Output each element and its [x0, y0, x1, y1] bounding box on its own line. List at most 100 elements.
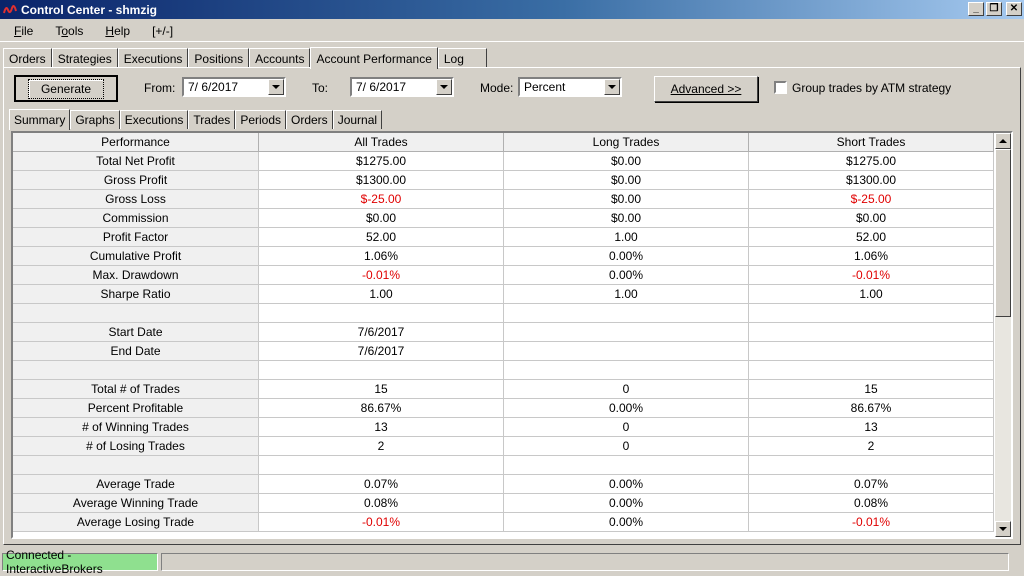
- table-row: [13, 304, 995, 323]
- subtab-graphs[interactable]: Graphs: [70, 110, 120, 129]
- table-cell: 0: [504, 418, 749, 437]
- row-label: [13, 361, 259, 380]
- mode-select[interactable]: Percent: [518, 77, 622, 97]
- scroll-thumb[interactable]: [995, 149, 1011, 317]
- row-label: Gross Loss: [13, 190, 259, 209]
- table-cell: 52.00: [259, 228, 504, 247]
- table-row: # of Winning Trades 13 0 13: [13, 418, 995, 437]
- mode-label: Mode:: [480, 81, 514, 95]
- table-cell: -0.01%: [259, 513, 504, 532]
- main-tabs: Orders Strategies Executions Positions Accou…: [3, 46, 487, 69]
- tab-accounts[interactable]: Accounts: [249, 48, 311, 68]
- mode-value: Percent: [524, 80, 566, 94]
- row-label: End Date: [13, 342, 259, 361]
- table-cell: $0.00: [504, 152, 749, 171]
- table-cell: 1.00: [504, 228, 749, 247]
- close-icon[interactable]: ✕: [1006, 2, 1022, 16]
- table-cell: $1300.00: [749, 171, 994, 190]
- table-cell: [749, 304, 994, 323]
- advanced-button[interactable]: Advanced >>: [654, 76, 758, 102]
- table-cell: 7/6/2017: [259, 323, 504, 342]
- subtab-executions[interactable]: Executions: [119, 110, 189, 129]
- performance-grid: Performance All Trades Long Trades Short Tr…: [11, 131, 1013, 539]
- tab-positions[interactable]: Positions: [188, 48, 250, 68]
- group-by-atm-checkbox[interactable]: [774, 81, 787, 94]
- to-date-picker[interactable]: 7/ 6/2017: [350, 77, 454, 97]
- row-label: Commission: [13, 209, 259, 228]
- table-row: Total Net Profit $1275.00 $0.00 $1275.00: [13, 152, 995, 171]
- subtab-periods[interactable]: Periods: [235, 110, 286, 129]
- connection-status: Connected - InteractiveBrokers: [2, 548, 158, 576]
- row-label: Profit Factor: [13, 228, 259, 247]
- table-cell: 0.00%: [504, 247, 749, 266]
- table-cell: 0.08%: [749, 494, 994, 513]
- app-logo-icon: [3, 3, 17, 17]
- scroll-up-icon[interactable]: [995, 133, 1011, 149]
- row-label: Total Net Profit: [13, 152, 259, 171]
- table-cell: $0.00: [259, 209, 504, 228]
- column-header[interactable]: All Trades: [259, 133, 504, 152]
- row-label: Sharpe Ratio: [13, 285, 259, 304]
- table-cell: [259, 304, 504, 323]
- table-row: # of Losing Trades 2 0 2: [13, 437, 995, 456]
- table-row: Commission $0.00 $0.00 $0.00: [13, 209, 995, 228]
- table-cell: 13: [749, 418, 994, 437]
- table-row: End Date 7/6/2017: [13, 342, 995, 361]
- scroll-down-icon[interactable]: [995, 521, 1011, 537]
- table-row: Average Winning Trade 0.08% 0.00% 0.08%: [13, 494, 995, 513]
- column-header[interactable]: Long Trades: [504, 133, 749, 152]
- table-cell: 0.00%: [504, 513, 749, 532]
- subtab-summary[interactable]: Summary: [9, 109, 71, 130]
- table-cell: 0: [504, 437, 749, 456]
- table-cell: 0.07%: [749, 475, 994, 494]
- table-row: Profit Factor 52.00 1.00 52.00: [13, 228, 995, 247]
- table-cell: [259, 456, 504, 475]
- subtab-trades[interactable]: Trades: [188, 110, 236, 129]
- grid-header-row: Performance All Trades Long Trades Short Tr…: [13, 133, 995, 152]
- subtab-orders[interactable]: Orders: [286, 110, 333, 129]
- to-label: To:: [312, 81, 329, 95]
- table-row: Cumulative Profit 1.06% 0.00% 1.06%: [13, 247, 995, 266]
- table-cell: [259, 361, 504, 380]
- row-label: [13, 456, 259, 475]
- tab-orders[interactable]: Orders: [3, 48, 52, 68]
- menu-file[interactable]: File: [0, 24, 41, 38]
- menu-help[interactable]: Help: [91, 24, 138, 38]
- subtab-journal[interactable]: Journal: [332, 110, 383, 129]
- table-cell: 2: [259, 437, 504, 456]
- chevron-down-icon[interactable]: [268, 79, 284, 95]
- tab-executions[interactable]: Executions: [117, 48, 189, 68]
- menu-[interactable]: [+/-]: [138, 24, 181, 38]
- restore-icon[interactable]: ❐: [986, 2, 1002, 16]
- table-cell: $-25.00: [259, 190, 504, 209]
- table-cell: [749, 361, 994, 380]
- tab-account-performance[interactable]: Account Performance: [310, 47, 438, 69]
- row-label: Average Trade: [13, 475, 259, 494]
- generate-button[interactable]: Generate: [14, 75, 118, 102]
- table-cell: [504, 304, 749, 323]
- chevron-down-icon[interactable]: [436, 79, 452, 95]
- tab-log[interactable]: Log: [437, 48, 487, 68]
- minimize-icon[interactable]: _: [968, 2, 984, 16]
- table-cell: 7/6/2017: [259, 342, 504, 361]
- menu-tools[interactable]: Tools: [41, 24, 91, 38]
- table-cell: 86.67%: [749, 399, 994, 418]
- table-cell: $1275.00: [749, 152, 994, 171]
- vertical-scrollbar[interactable]: [995, 133, 1011, 537]
- status-bar: Connected - InteractiveBrokers: [0, 548, 1024, 576]
- table-cell: [749, 342, 994, 361]
- row-label: # of Winning Trades: [13, 418, 259, 437]
- from-label: From:: [144, 81, 176, 95]
- table-row: Max. Drawdown -0.01% 0.00% -0.01%: [13, 266, 995, 285]
- table-row: Gross Profit $1300.00 $0.00 $1300.00: [13, 171, 995, 190]
- table-row: Percent Profitable 86.67% 0.00% 86.67%: [13, 399, 995, 418]
- tab-strategies[interactable]: Strategies: [51, 48, 118, 68]
- table-cell: 52.00: [749, 228, 994, 247]
- table-cell: -0.01%: [749, 513, 994, 532]
- chevron-down-icon[interactable]: [604, 79, 620, 95]
- column-header[interactable]: Short Trades: [749, 133, 994, 152]
- performance-subtabs: Summary Graphs Executions Trades Periods Orde…: [9, 108, 383, 130]
- from-date-picker[interactable]: 7/ 6/2017: [182, 77, 286, 97]
- table-row: Average Trade 0.07% 0.00% 0.07%: [13, 475, 995, 494]
- column-header[interactable]: Performance: [13, 133, 259, 152]
